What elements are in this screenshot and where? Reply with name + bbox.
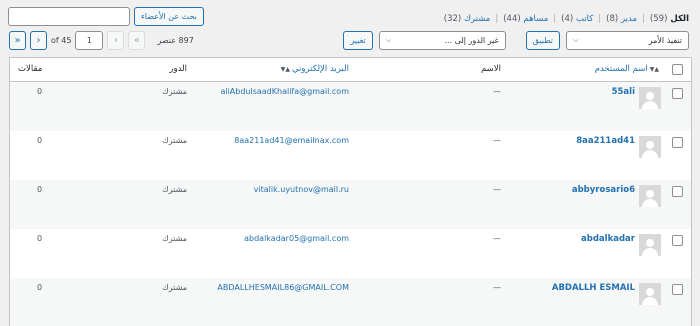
user-role: مشترك — [162, 87, 187, 96]
user-posts-count[interactable]: 0 — [37, 234, 42, 243]
change-role-value: غير الدور إلى ... — [444, 36, 499, 45]
row-checkbox[interactable] — [672, 186, 683, 197]
table-actions: تنفيذ الأمر ⌵ تطبيق غير الدور إلى ... ⌵ … — [343, 31, 689, 50]
apply-button[interactable]: تطبيق — [525, 31, 560, 50]
role-filter-links: الكل (59) | مدير (8) | كاتب (4) | مساهم … — [444, 14, 689, 24]
prev-page-button[interactable]: ‹ — [107, 31, 125, 50]
user-role: مشترك — [162, 283, 187, 292]
avatar — [639, 136, 661, 158]
user-name: — — [493, 87, 501, 96]
username-link[interactable]: abbyrosario6 — [572, 185, 635, 195]
users-table: ▲▼اسم المستخدم الاسم البريد الإلكتروني▲▼… — [9, 57, 692, 326]
filter-contributor[interactable]: مساهم (44) — [503, 14, 548, 24]
user-posts-count[interactable]: 0 — [37, 283, 42, 292]
table-row: 55ali — aliAbdulsaadKhalifa@gmail.com مش… — [10, 82, 691, 131]
username-link[interactable]: 8aa211ad41 — [576, 136, 635, 146]
chevron-down-icon: ⌵ — [573, 36, 579, 44]
user-email-link[interactable]: vitalik.uyutnov@mail.ru — [254, 185, 349, 194]
user-role: مشترك — [162, 185, 187, 194]
user-posts-count[interactable]: 0 — [37, 87, 42, 96]
pagination: 897 عنصر « ‹ 1 of 45 › » — [9, 31, 194, 50]
table-row: abdalkadar — abdalkadar05@gmail.com مشتر… — [10, 229, 691, 278]
user-name: — — [493, 283, 501, 292]
last-page-button[interactable]: » — [9, 31, 26, 50]
row-checkbox[interactable] — [672, 137, 683, 148]
search-input[interactable] — [8, 7, 130, 26]
bulk-actions-select[interactable]: تنفيذ الأمر ⌵ — [566, 31, 689, 50]
filter-separator: | — [598, 14, 602, 24]
total-pages: of 45 — [51, 36, 72, 45]
sort-icon: ▲▼ — [280, 66, 290, 73]
user-name: — — [493, 185, 501, 194]
table-row: 8aa211ad41 — 8aa211ad41@emailnax.com مشت… — [10, 131, 691, 180]
search-box: بحث عن الأعضاء — [8, 7, 204, 26]
avatar — [639, 87, 661, 109]
column-email[interactable]: البريد الإلكتروني▲▼ — [279, 64, 349, 74]
column-posts: مقالات — [18, 64, 43, 74]
user-posts-count[interactable]: 0 — [37, 185, 42, 194]
user-role: مشترك — [162, 136, 187, 145]
avatar — [639, 234, 661, 256]
row-checkbox[interactable] — [672, 235, 683, 246]
filter-administrator[interactable]: مدير (8) — [606, 14, 637, 24]
avatar — [639, 283, 661, 305]
filter-all[interactable]: الكل (59) — [650, 14, 689, 24]
table-row: abbyrosario6 — vitalik.uyutnov@mail.ru م… — [10, 180, 691, 229]
table-row: ABDALLH ESMAIL — ABDALLHESMAIL86@GMAIL.C… — [10, 278, 691, 326]
column-role: الدور — [169, 64, 187, 74]
next-page-button[interactable]: › — [30, 31, 47, 50]
user-email-link[interactable]: 8aa211ad41@emailnax.com — [234, 136, 349, 145]
sort-icon: ▲▼ — [649, 66, 659, 73]
bulk-actions-value: تنفيذ الأمر — [648, 36, 682, 45]
user-posts-count[interactable]: 0 — [37, 136, 42, 145]
current-page-input[interactable]: 1 — [75, 31, 104, 50]
filter-subscriber[interactable]: مشترك (32) — [444, 14, 491, 24]
items-count: 897 عنصر — [157, 36, 194, 45]
row-checkbox[interactable] — [672, 284, 683, 295]
select-all-checkbox[interactable] — [672, 64, 683, 75]
filter-separator: | — [495, 14, 499, 24]
column-name: الاسم — [481, 64, 501, 74]
user-name: — — [493, 234, 501, 243]
first-page-button[interactable]: « — [128, 31, 146, 50]
change-role-select[interactable]: غير الدور إلى ... ⌵ — [378, 31, 506, 50]
filter-author[interactable]: كاتب (4) — [561, 14, 593, 24]
user-role: مشترك — [162, 234, 187, 243]
user-email-link[interactable]: ABDALLHESMAIL86@GMAIL.COM — [217, 283, 349, 292]
column-username[interactable]: ▲▼اسم المستخدم — [595, 64, 661, 74]
user-email-link[interactable]: abdalkadar05@gmail.com — [244, 234, 349, 243]
avatar — [639, 185, 661, 207]
user-email-link[interactable]: aliAbdulsaadKhalifa@gmail.com — [220, 87, 349, 96]
change-role-button[interactable]: تغيير — [343, 31, 373, 50]
filter-separator: | — [642, 14, 645, 24]
chevron-down-icon: ⌵ — [385, 36, 392, 44]
table-header: ▲▼اسم المستخدم الاسم البريد الإلكتروني▲▼… — [10, 58, 691, 82]
row-checkbox[interactable] — [672, 88, 683, 99]
filter-separator: | — [553, 14, 557, 24]
user-name: — — [493, 136, 501, 145]
username-link[interactable]: ABDALLH ESMAIL — [552, 283, 635, 293]
username-link[interactable]: abdalkadar — [581, 234, 635, 244]
search-users-button[interactable]: بحث عن الأعضاء — [134, 7, 204, 26]
username-link[interactable]: 55ali — [612, 87, 635, 97]
